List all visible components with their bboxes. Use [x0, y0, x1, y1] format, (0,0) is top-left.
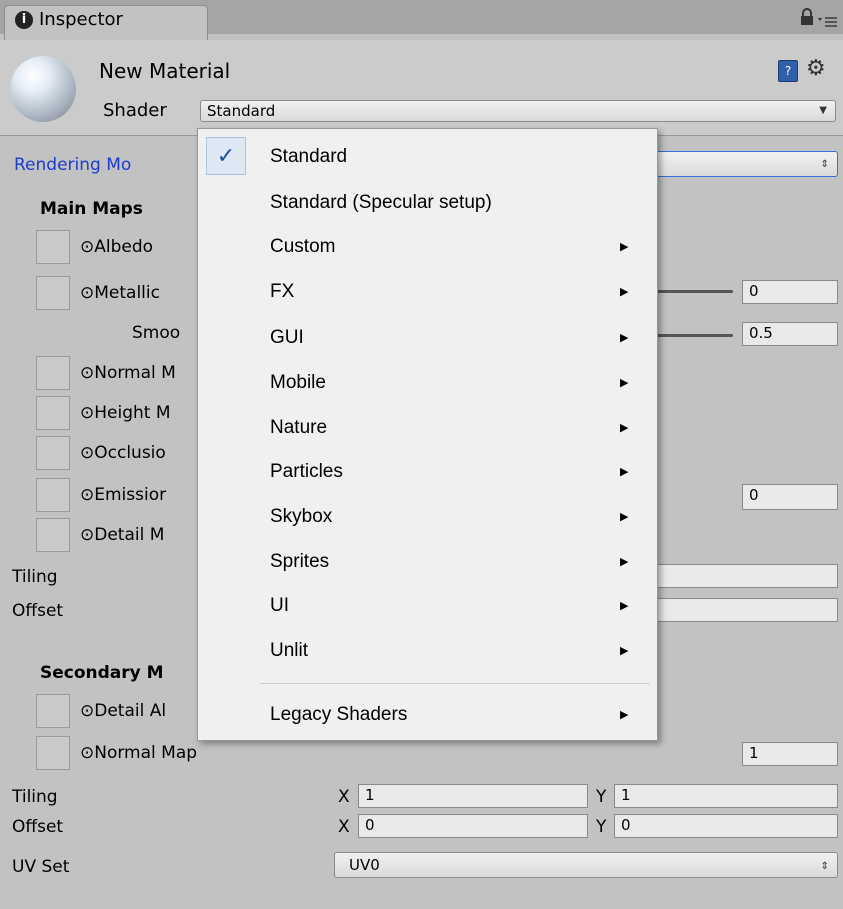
- main-maps-heading: Main Maps: [40, 199, 143, 219]
- updown-arrow-icon: ⇕: [820, 861, 829, 872]
- tab-label: Inspector: [39, 9, 123, 30]
- smoothness-label: Smoo: [132, 323, 181, 343]
- material-name: New Material: [99, 59, 231, 83]
- menu-item-custom[interactable]: Custom: [270, 235, 335, 259]
- metallic-slot[interactable]: [36, 276, 70, 310]
- info-icon: i: [15, 11, 33, 29]
- occlusion-slot[interactable]: [36, 436, 70, 470]
- submenu-arrow-icon: ▶: [620, 422, 629, 434]
- menu-item-skybox[interactable]: Skybox: [270, 505, 332, 529]
- material-preview-sphere: [10, 56, 76, 122]
- gear-icon[interactable]: ⚙: [806, 56, 826, 81]
- menu-item-sprites[interactable]: Sprites: [270, 550, 329, 574]
- secondary-normal-label: ⊙Normal Map: [80, 743, 198, 763]
- albedo-label: ⊙Albedo: [80, 237, 154, 257]
- shader-menu: ✓ Standard Standard (Specular setup) Cus…: [197, 128, 658, 741]
- tiling-x-field[interactable]: 1: [358, 784, 588, 808]
- tiling-y-field[interactable]: 1: [614, 784, 838, 808]
- main-tiling-field[interactable]: [655, 564, 838, 588]
- detail-albedo-slot[interactable]: [36, 694, 70, 728]
- normal-map-label: ⊙Normal M: [80, 363, 176, 383]
- submenu-arrow-icon: ▶: [620, 286, 629, 298]
- detail-albedo-label: ⊙Detail Al: [80, 701, 167, 721]
- dropdown-arrow-icon: ▼: [819, 105, 827, 116]
- tiling-x-label: X: [338, 787, 350, 807]
- shader-value: Standard: [207, 102, 276, 120]
- metallic-value[interactable]: 0: [742, 280, 838, 304]
- secondary-offset-label: Offset: [12, 817, 64, 837]
- shader-dropdown[interactable]: Standard ▼: [200, 100, 836, 122]
- uv-set-dropdown[interactable]: UV0 ⇕: [334, 852, 838, 878]
- menu-item-nature[interactable]: Nature: [270, 416, 327, 440]
- shader-label: Shader: [103, 100, 167, 121]
- tab-inspector[interactable]: i Inspector: [4, 5, 208, 41]
- secondary-maps-heading: Secondary M: [40, 663, 164, 683]
- submenu-arrow-icon: ▶: [620, 466, 629, 478]
- menu-options-icon[interactable]: [818, 14, 838, 28]
- uv-set-value: UV0: [349, 856, 380, 874]
- updown-arrow-icon: ⇕: [820, 159, 829, 170]
- detail-mask-slot[interactable]: [36, 518, 70, 552]
- normal-map-slot[interactable]: [36, 356, 70, 390]
- emission-value[interactable]: 0: [742, 484, 838, 510]
- height-map-slot[interactable]: [36, 396, 70, 430]
- albedo-slot[interactable]: [36, 230, 70, 264]
- menu-item-mobile[interactable]: Mobile: [270, 371, 326, 395]
- smoothness-slider[interactable]: [655, 334, 733, 337]
- submenu-arrow-icon: ▶: [620, 600, 629, 612]
- emission-label: ⊙Emissior: [80, 485, 167, 505]
- menu-item-ui[interactable]: UI: [270, 594, 289, 618]
- submenu-arrow-icon: ▶: [620, 709, 629, 721]
- main-tiling-label: Tiling: [12, 567, 58, 587]
- rendering-mode-label: Rendering Mo: [14, 155, 132, 175]
- checkmark-icon: ✓: [206, 137, 246, 175]
- main-offset-label: Offset: [12, 601, 64, 621]
- submenu-arrow-icon: ▶: [620, 377, 629, 389]
- tiling-y-label: Y: [596, 787, 607, 807]
- submenu-arrow-icon: ▶: [620, 511, 629, 523]
- help-book-icon[interactable]: ?: [778, 60, 798, 82]
- occlusion-label: ⊙Occlusio: [80, 443, 166, 463]
- menu-item-gui[interactable]: GUI: [270, 326, 304, 350]
- lock-icon[interactable]: [800, 8, 814, 26]
- emission-slot[interactable]: [36, 478, 70, 512]
- menu-gutter: [198, 129, 256, 740]
- menu-separator: [260, 683, 650, 684]
- offset-x-label: X: [338, 817, 350, 837]
- uv-set-label: UV Set: [12, 857, 70, 877]
- menu-item-fx[interactable]: FX: [270, 280, 294, 304]
- offset-x-field[interactable]: 0: [358, 814, 588, 838]
- offset-y-field[interactable]: 0: [614, 814, 838, 838]
- menu-item-standard-specular[interactable]: Standard (Specular setup): [270, 191, 492, 215]
- secondary-tiling-label: Tiling: [12, 787, 58, 807]
- secondary-normal-value[interactable]: 1: [742, 742, 838, 766]
- submenu-arrow-icon: ▶: [620, 645, 629, 657]
- menu-item-legacy-shaders[interactable]: Legacy Shaders: [270, 703, 407, 727]
- metallic-slider[interactable]: [655, 290, 733, 293]
- menu-item-standard[interactable]: Standard: [270, 145, 347, 169]
- metallic-label: ⊙Metallic: [80, 283, 160, 303]
- submenu-arrow-icon: ▶: [620, 241, 629, 253]
- menu-item-particles[interactable]: Particles: [270, 460, 343, 484]
- submenu-arrow-icon: ▶: [620, 332, 629, 344]
- detail-mask-label: ⊙Detail M: [80, 525, 165, 545]
- menu-item-unlit[interactable]: Unlit: [270, 639, 308, 663]
- main-offset-field[interactable]: [655, 598, 838, 622]
- height-map-label: ⊙Height M: [80, 403, 171, 423]
- offset-y-label: Y: [596, 817, 607, 837]
- secondary-normal-slot[interactable]: [36, 736, 70, 770]
- rendering-mode-dropdown[interactable]: ⇕: [655, 151, 838, 177]
- smoothness-value[interactable]: 0.5: [742, 322, 838, 346]
- submenu-arrow-icon: ▶: [620, 556, 629, 568]
